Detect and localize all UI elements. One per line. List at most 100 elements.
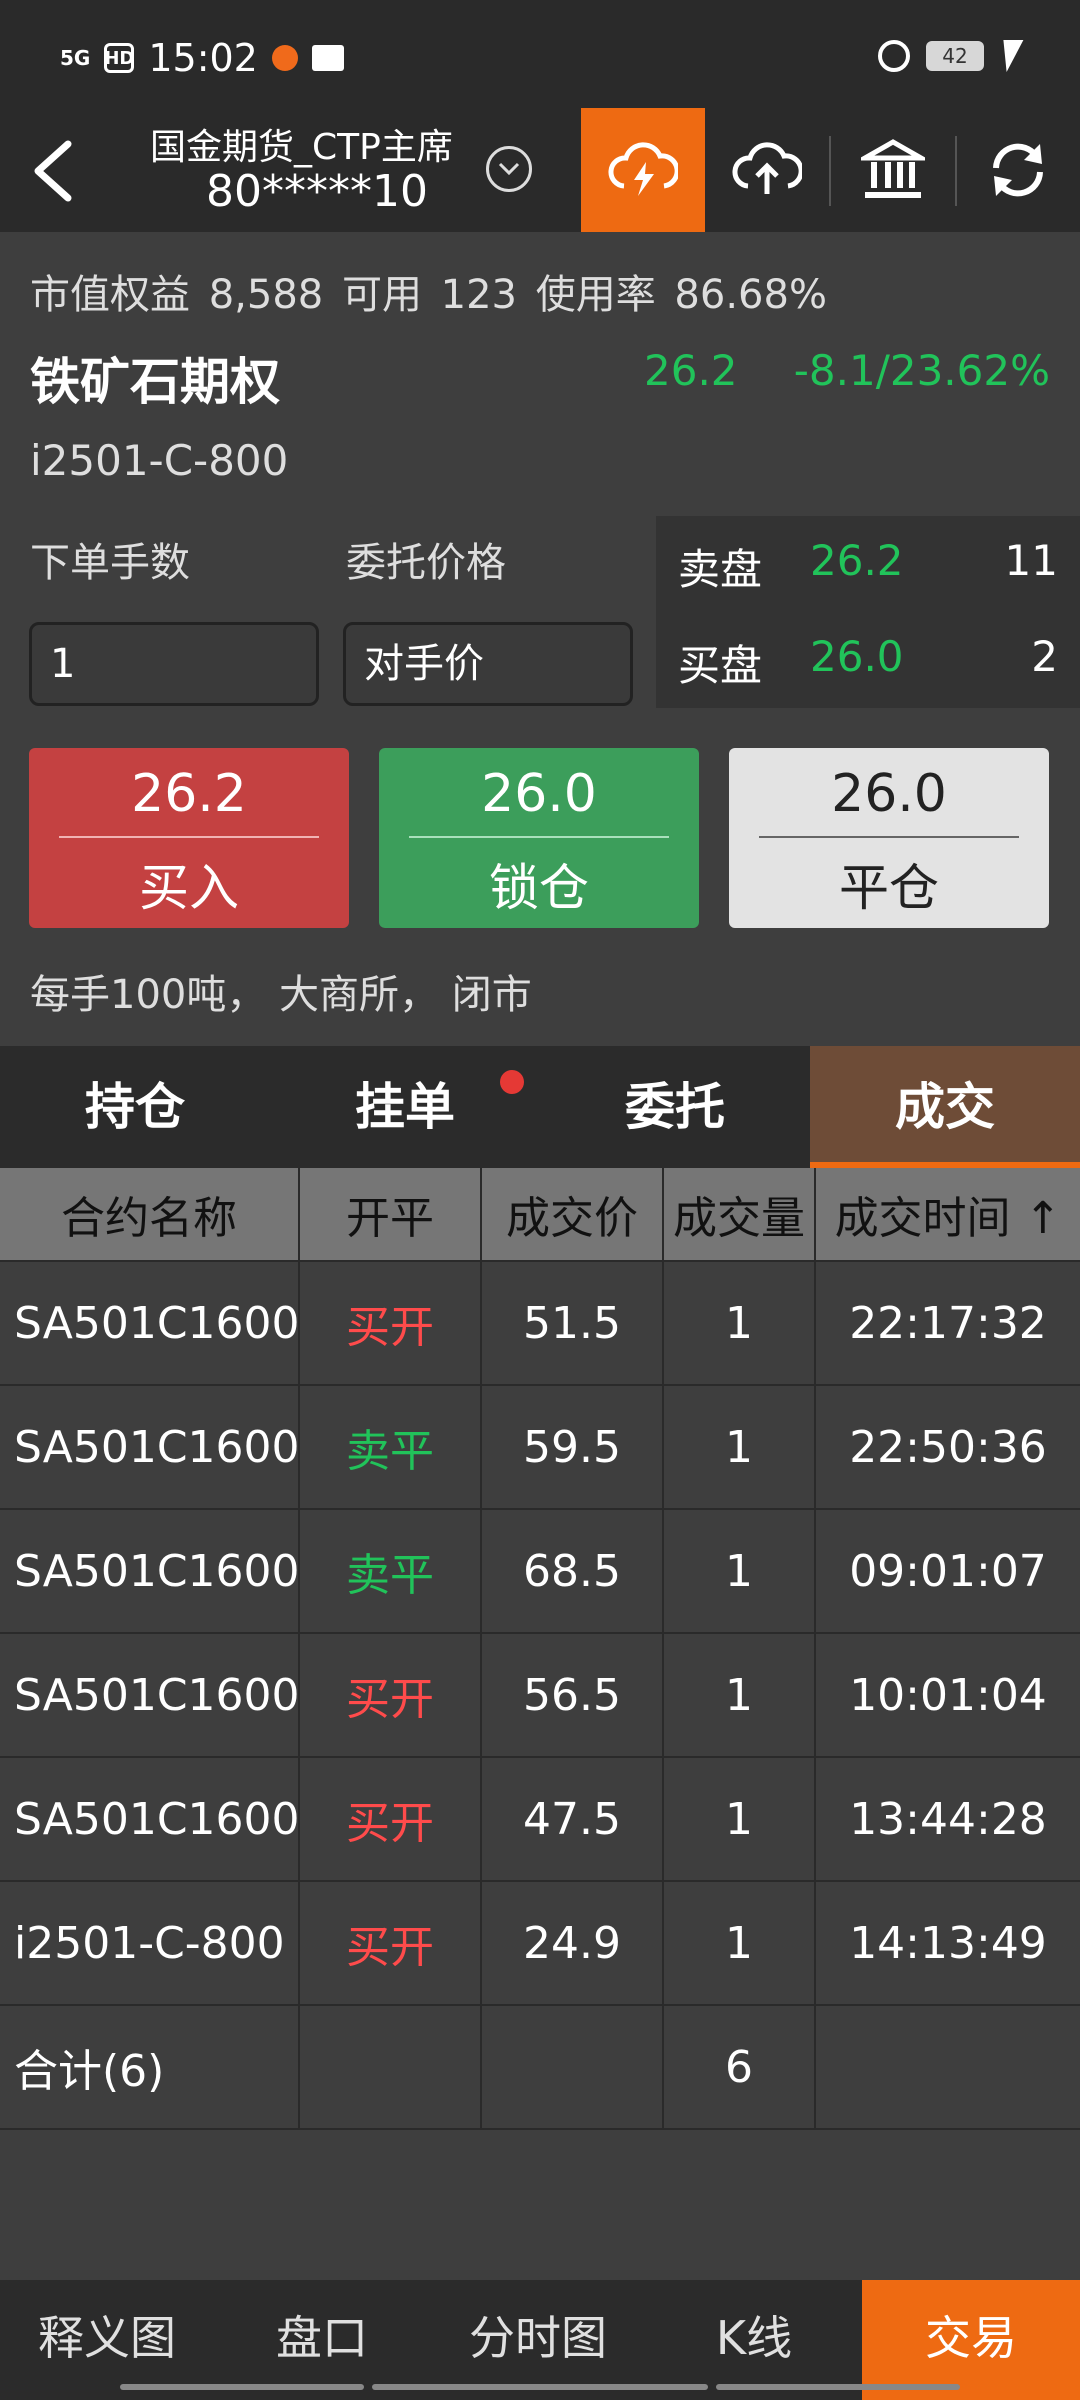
table-row[interactable]: SA501C1600 买开 47.5 1 13:44:28	[0, 1758, 1080, 1882]
total-label: 合计(6)	[0, 2006, 300, 2128]
hd-icon: HD	[104, 43, 134, 73]
instrument-code[interactable]: i2501-C-800	[30, 436, 288, 485]
cell-volume: 1	[664, 1758, 816, 1880]
tab-trades[interactable]: 成交	[810, 1046, 1080, 1168]
ask-qty: 11	[1004, 536, 1058, 585]
app-notification-icon	[271, 45, 298, 71]
cell-contract: SA501C1600	[0, 1386, 300, 1508]
cell-price: 56.5	[482, 1634, 664, 1756]
nav-trade[interactable]: 交易	[862, 2280, 1080, 2400]
table-row[interactable]: SA501C1600 买开 51.5 1 22:17:32	[0, 1262, 1080, 1386]
table-row[interactable]: i2501-C-800 买开 24.9 1 14:13:49	[0, 1882, 1080, 2006]
cell-time: 22:17:32	[849, 1297, 1047, 1349]
table-header: 合约名称 开平 成交价 成交量 成交时间 ↑	[0, 1168, 1080, 1262]
table-row[interactable]: SA501C1600 买开 56.5 1 10:01:04	[0, 1634, 1080, 1758]
buy-button[interactable]: 26.2 买入	[29, 748, 349, 928]
close-position-button[interactable]: 26.0 平仓	[729, 748, 1049, 928]
scroll-indicator	[120, 2384, 364, 2390]
total-empty	[482, 2006, 664, 2128]
scroll-indicator	[372, 2384, 708, 2390]
cell-price: 51.5	[482, 1262, 664, 1384]
cell-open-close: 买开	[300, 1262, 482, 1384]
cell-open-close: 买开	[300, 1758, 482, 1880]
cell-time: 13:44:28	[849, 1793, 1047, 1845]
account-summary: 市值权益 8,588 可用 123 使用率 86.68%	[30, 272, 827, 318]
charging-icon	[996, 40, 1024, 72]
cell-open-close: 买开	[300, 1634, 482, 1756]
table-row[interactable]: SA501C1600 卖平 68.5 1 09:01:07	[0, 1510, 1080, 1634]
price-input[interactable]: 对手价	[343, 622, 633, 706]
header-open-close[interactable]: 开平	[300, 1168, 482, 1260]
lock-button[interactable]: 26.0 锁仓	[379, 748, 699, 928]
total-empty	[300, 2006, 482, 2128]
cell-contract: SA501C1600	[0, 1262, 300, 1384]
last-price: 26.2	[644, 346, 738, 395]
qty-input[interactable]: 1	[29, 622, 319, 706]
account-number[interactable]: 80*****10	[206, 166, 428, 217]
header-time-sort[interactable]: 成交时间 ↑	[816, 1168, 1080, 1260]
price-change: -8.1/23.62%	[793, 346, 1050, 395]
status-time: 15:02	[148, 36, 258, 80]
instrument-name: 铁矿石期权	[30, 353, 280, 411]
contract-note: 每手100吨， 大商所， 闭市	[30, 972, 532, 1018]
nav-timeshare[interactable]: 分时图	[430, 2280, 646, 2400]
cell-contract: SA501C1600	[0, 1510, 300, 1632]
total-empty	[816, 2006, 1080, 2128]
bid-label: 买盘	[678, 641, 763, 690]
cell-volume: 1	[664, 1882, 816, 2004]
cell-price: 59.5	[482, 1386, 664, 1508]
bid-price: 26.0	[810, 632, 904, 681]
signal-icon: 5G	[60, 46, 91, 70]
tab-positions[interactable]: 持仓	[0, 1046, 270, 1168]
buy-label: 买入	[139, 859, 239, 917]
bank-icon[interactable]	[831, 108, 955, 232]
cell-volume: 1	[664, 1262, 816, 1384]
cloud-lightning-icon[interactable]	[581, 108, 705, 232]
notification-dot	[500, 1070, 524, 1094]
lock-label: 锁仓	[489, 859, 589, 917]
buy-price: 26.2	[131, 764, 247, 824]
header-price[interactable]: 成交价	[482, 1168, 664, 1260]
tab-orders[interactable]: 委托	[540, 1046, 810, 1168]
total-volume: 6	[664, 2006, 816, 2128]
cloud-upload-icon[interactable]	[705, 108, 829, 232]
nav-interpretation[interactable]: 释义图	[0, 2280, 214, 2400]
back-icon[interactable]	[22, 136, 92, 206]
cell-contract: SA501C1600	[0, 1634, 300, 1756]
tab-pending[interactable]: 挂单	[270, 1046, 540, 1168]
table-row[interactable]: SA501C1600 卖平 59.5 1 22:50:36	[0, 1386, 1080, 1510]
cell-time: 10:01:04	[849, 1669, 1047, 1721]
account-title[interactable]: 国金期货_CTP主席	[150, 118, 453, 170]
status-bar: 5G HD 15:02 42	[0, 0, 1080, 108]
ask-price: 26.2	[810, 536, 904, 585]
cell-volume: 1	[664, 1634, 816, 1756]
cell-contract: SA501C1600	[0, 1758, 300, 1880]
trades-table: 合约名称 开平 成交价 成交量 成交时间 ↑ SA501C1600 买开 51.…	[0, 1168, 1080, 2130]
header-volume[interactable]: 成交量	[664, 1168, 816, 1260]
cell-price: 68.5	[482, 1510, 664, 1632]
top-nav: 国金期货_CTP主席 80*****10	[0, 108, 1080, 232]
divider	[59, 836, 319, 838]
cell-time: 14:13:49	[849, 1917, 1047, 1969]
ask-row[interactable]: 卖盘 26.2 11	[678, 536, 1058, 596]
nav-orderbook[interactable]: 盘口	[214, 2280, 430, 2400]
refresh-icon[interactable]	[956, 108, 1080, 232]
divider	[409, 836, 669, 838]
cell-open-close: 卖平	[300, 1386, 482, 1508]
close-label: 平仓	[839, 859, 939, 917]
chevron-down-icon[interactable]	[486, 146, 532, 192]
lock-price: 26.0	[481, 764, 597, 824]
cell-price: 24.9	[482, 1882, 664, 2004]
price-label: 委托价格	[346, 540, 506, 586]
bid-row[interactable]: 买盘 26.0 2	[678, 632, 1058, 692]
qty-label: 下单手数	[30, 540, 190, 586]
nav-kline[interactable]: K线	[646, 2280, 862, 2400]
cell-time: 22:50:36	[849, 1421, 1047, 1473]
bid-qty: 2	[1031, 632, 1058, 681]
cell-open-close: 卖平	[300, 1510, 482, 1632]
header-contract[interactable]: 合约名称	[0, 1168, 300, 1260]
cell-volume: 1	[664, 1386, 816, 1508]
divider	[759, 836, 1019, 838]
cell-volume: 1	[664, 1510, 816, 1632]
alarm-icon	[878, 40, 910, 72]
